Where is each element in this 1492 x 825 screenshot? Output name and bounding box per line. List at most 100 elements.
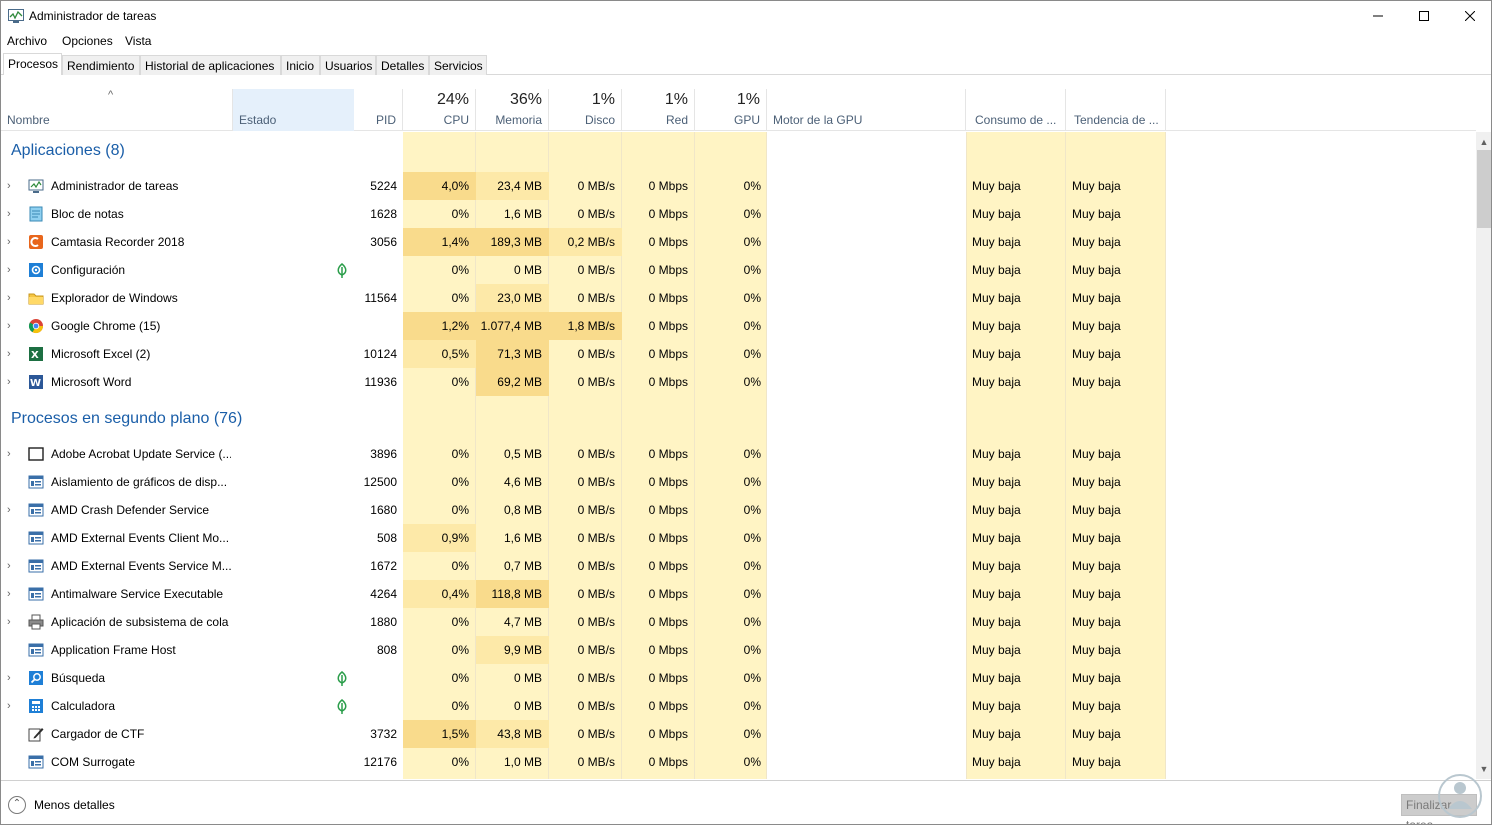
minimize-button[interactable] bbox=[1355, 1, 1401, 31]
column-red[interactable]: 1% Red bbox=[622, 89, 695, 131]
process-row[interactable]: › Búsqueda 0% 0 MB 0 MB/s 0 Mbps 0% Muy baja Muy… bbox=[1, 664, 1476, 692]
network-cell: 0 Mbps bbox=[648, 755, 688, 769]
process-name: Antimalware Service Executable bbox=[51, 587, 224, 601]
expand-chevron-icon[interactable]: › bbox=[7, 256, 11, 284]
process-name: Aplicación de subsistema de cola bbox=[51, 615, 229, 629]
memory-cell: 69,2 MB bbox=[497, 375, 542, 389]
process-name: Configuración bbox=[51, 263, 126, 277]
gpu-cell: 0% bbox=[743, 475, 761, 489]
process-row[interactable]: › Calculadora 0% 0 MB 0 MB/s 0 Mbps 0% Muy baja… bbox=[1, 692, 1476, 720]
network-cell: 0 Mbps bbox=[648, 615, 688, 629]
vertical-scrollbar[interactable]: ▲ ▼ bbox=[1476, 132, 1491, 779]
tab-procesos[interactable]: Procesos bbox=[3, 53, 62, 75]
column-pid[interactable]: PID bbox=[354, 89, 403, 131]
scroll-thumb[interactable] bbox=[1477, 150, 1491, 228]
process-row[interactable]: › Google Chrome (15) 1,2% 1.077,4 MB 1,8 MB/… bbox=[1, 312, 1476, 340]
column-tendencia[interactable]: Tendencia de ... bbox=[1066, 89, 1166, 131]
tab-rendimiento[interactable]: Rendimiento bbox=[62, 55, 140, 75]
menu-archivo[interactable]: Archivo bbox=[7, 34, 47, 48]
pid-cell: 4264 bbox=[370, 587, 397, 601]
process-icon bbox=[28, 643, 44, 657]
expand-chevron-icon[interactable]: › bbox=[7, 200, 11, 228]
process-row[interactable]: › AMD External Events Service M... 1672 0% 0… bbox=[1, 552, 1476, 580]
process-name: AMD External Events Client Mo... bbox=[51, 531, 230, 545]
column-gpu[interactable]: 1% GPU bbox=[695, 89, 767, 131]
menu-opciones[interactable]: Opciones bbox=[62, 34, 113, 48]
expand-chevron-icon[interactable]: › bbox=[7, 312, 11, 340]
gpu-cell: 0% bbox=[743, 643, 761, 657]
power-usage-cell: Muy baja bbox=[972, 475, 1021, 489]
less-details-link[interactable]: Menos detalles bbox=[34, 798, 115, 812]
cpu-cell: 1,2% bbox=[441, 319, 469, 333]
collapse-chevron-icon[interactable]: ⌃ bbox=[8, 796, 26, 814]
expand-chevron-icon[interactable]: › bbox=[7, 580, 11, 608]
tab-inicio[interactable]: Inicio bbox=[281, 55, 320, 75]
gpu-cell: 0% bbox=[743, 347, 761, 361]
process-row[interactable]: AMD External Events Client Mo... 508 0,9% 1… bbox=[1, 524, 1476, 552]
expand-chevron-icon[interactable]: › bbox=[7, 664, 11, 692]
process-row[interactable]: COM Surrogate 12176 0% 1,0 MB 0 MB/s 0 Mbps 0%… bbox=[1, 748, 1476, 776]
maximize-button[interactable] bbox=[1401, 1, 1447, 31]
network-cell: 0 Mbps bbox=[648, 179, 688, 193]
column-cpu[interactable]: 24% CPU bbox=[403, 89, 476, 131]
process-name: COM Surrogate bbox=[51, 755, 136, 769]
menu-vista[interactable]: Vista bbox=[125, 34, 151, 48]
power-trend-cell: Muy baja bbox=[1072, 263, 1121, 277]
power-trend-cell: Muy baja bbox=[1072, 503, 1121, 517]
expand-chevron-icon[interactable]: › bbox=[7, 440, 11, 468]
printer-icon bbox=[28, 614, 44, 630]
process-row[interactable]: Aislamiento de gráficos de disp... 12500 0… bbox=[1, 468, 1476, 496]
column-red-label: Red bbox=[665, 113, 688, 127]
disk-cell: 0 MB/s bbox=[577, 475, 615, 489]
pid-cell: 5224 bbox=[370, 179, 397, 193]
tab-detalles[interactable]: Detalles bbox=[376, 55, 429, 75]
expand-chevron-icon[interactable]: › bbox=[7, 172, 11, 200]
process-row[interactable]: › X Microsoft Excel (2) 10124 0,5% 71,3 MB 0 M… bbox=[1, 340, 1476, 368]
disk-cell: 0 MB/s bbox=[577, 531, 615, 545]
task-manager-window: Administrador de tareas Archivo Opciones… bbox=[0, 0, 1492, 825]
process-row[interactable]: COM Surrogate 7556 0% 1,0 MB 0 MB/s 0 Mbps 0% M… bbox=[1, 776, 1476, 779]
expand-chevron-icon[interactable]: › bbox=[7, 496, 11, 524]
expand-chevron-icon[interactable]: › bbox=[7, 552, 11, 580]
expand-chevron-icon[interactable]: › bbox=[7, 692, 11, 720]
cpu-cell: 0% bbox=[451, 291, 469, 305]
column-consumo[interactable]: Consumo de ... bbox=[966, 89, 1066, 131]
tab-servicios[interactable]: Servicios bbox=[429, 55, 487, 75]
power-usage-cell: Muy baja bbox=[972, 727, 1021, 741]
expand-chevron-icon[interactable]: › bbox=[7, 368, 11, 396]
process-row[interactable]: › Camtasia Recorder 2018 3056 1,4% 189,3 MB 0… bbox=[1, 228, 1476, 256]
process-row[interactable]: Cargador de CTF 3732 1,5% 43,8 MB 0 MB/s 0 Mb… bbox=[1, 720, 1476, 748]
tab-usuarios[interactable]: Usuarios bbox=[320, 55, 376, 75]
process-row[interactable]: › Configuración 0% 0 MB 0 MB/s 0 Mbps 0% Muy ba… bbox=[1, 256, 1476, 284]
process-row[interactable]: › Administrador de tareas 5224 4,0% 23,4 MB 0… bbox=[1, 172, 1476, 200]
process-row[interactable]: Application Frame Host 808 0% 9,9 MB 0 MB/s 0… bbox=[1, 636, 1476, 664]
expand-chevron-icon[interactable]: › bbox=[7, 608, 11, 636]
expand-chevron-icon[interactable]: › bbox=[7, 284, 11, 312]
expand-chevron-icon[interactable]: › bbox=[7, 228, 11, 256]
network-cell: 0 Mbps bbox=[648, 263, 688, 277]
disk-cell: 1,8 MB/s bbox=[567, 319, 615, 333]
power-usage-cell: Muy baja bbox=[972, 699, 1021, 713]
column-memoria[interactable]: 36% Memoria bbox=[476, 89, 549, 131]
expand-chevron-icon[interactable]: › bbox=[7, 340, 11, 368]
column-estado[interactable]: Estado bbox=[233, 89, 354, 131]
process-row[interactable]: › Adobe Acrobat Update Service (... 3896 0%… bbox=[1, 440, 1476, 468]
power-trend-cell: Muy baja bbox=[1072, 447, 1121, 461]
disk-cell: 0 MB/s bbox=[577, 447, 615, 461]
tab-historial[interactable]: Historial de aplicaciones bbox=[140, 55, 281, 75]
close-button[interactable] bbox=[1447, 1, 1491, 31]
column-disco[interactable]: 1% Disco bbox=[549, 89, 622, 131]
process-name: AMD External Events Service M... bbox=[51, 559, 231, 573]
process-row[interactable]: › W Microsoft Word 11936 0% 69,2 MB 0 MB/s 0 Mb… bbox=[1, 368, 1476, 396]
cpu-cell: 0% bbox=[451, 699, 469, 713]
process-row[interactable]: › AMD Crash Defender Service 1680 0% 0,8 MB 0… bbox=[1, 496, 1476, 524]
process-row[interactable]: › Aplicación de subsistema de cola 1880 0% 4… bbox=[1, 608, 1476, 636]
disk-cell: 0 MB/s bbox=[549, 776, 615, 779]
column-motor-gpu[interactable]: Motor de la GPU bbox=[767, 89, 966, 131]
process-row[interactable]: › Explorador de Windows 11564 0% 23,0 MB 0 MB… bbox=[1, 284, 1476, 312]
column-nombre[interactable]: ^ Nombre bbox=[1, 89, 233, 131]
gpu-cell: 0% bbox=[743, 291, 761, 305]
process-row[interactable]: › Bloc de notas 1628 0% 1,6 MB 0 MB/s 0 Mbps 0%… bbox=[1, 200, 1476, 228]
scroll-up-icon[interactable]: ▲ bbox=[1476, 134, 1491, 150]
process-row[interactable]: › Antimalware Service Executable 4264 0,4% 1… bbox=[1, 580, 1476, 608]
